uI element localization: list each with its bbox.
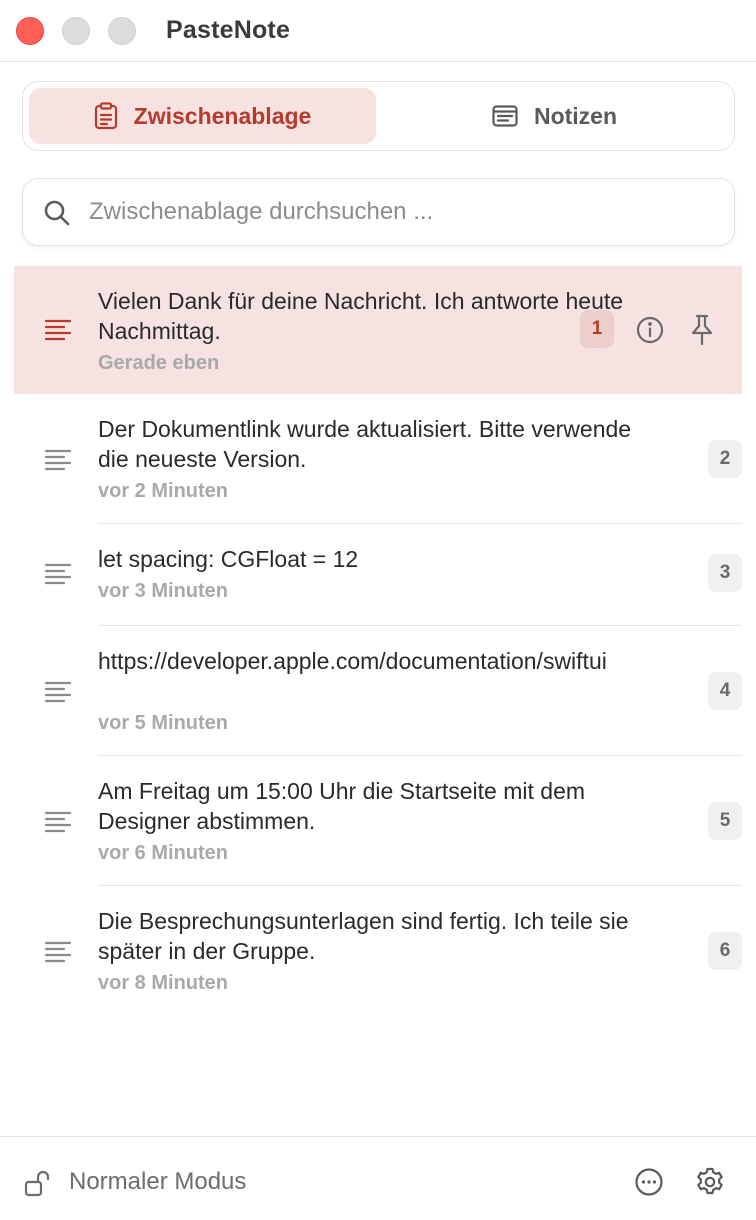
list-item[interactable]: Die Besprechungsunterlagen sind fertig. … (0, 886, 756, 1016)
text-lines-icon (44, 810, 72, 839)
item-time: vor 3 Minuten (98, 580, 229, 602)
text-lines-icon (44, 562, 72, 591)
tab-notes-label: Notizen (533, 102, 618, 129)
app-title: PasteNote (166, 16, 291, 44)
item-time: Gerade eben (98, 352, 220, 374)
more-options-icon[interactable] (634, 1167, 664, 1202)
title-bar: PasteNote (0, 0, 756, 62)
notes-icon (492, 105, 518, 127)
tab-switcher: Zwischenablage Notizen (22, 81, 735, 151)
list-item[interactable]: https://developer.apple.com/documentatio… (0, 626, 756, 756)
item-text: Vielen Dank für deine Nachricht. Ich ant… (98, 288, 624, 344)
clipboard-list: Vielen Dank für deine Nachricht. Ich ant… (0, 266, 756, 1016)
item-time: vor 2 Minuten (98, 480, 229, 502)
item-text: let spacing: CGFloat = 12 (98, 546, 359, 572)
tab-clipboard-label: Zwischenablage (133, 102, 312, 129)
item-index-badge: 4 (708, 672, 742, 710)
search-input[interactable] (89, 189, 709, 235)
text-lines-icon (44, 318, 72, 347)
search-bar (22, 178, 735, 246)
zoom-window-button[interactable] (108, 17, 136, 45)
text-lines-icon (44, 680, 72, 709)
item-time: vor 8 Minuten (98, 972, 229, 994)
close-window-button[interactable] (16, 17, 44, 45)
list-item[interactable]: Vielen Dank für deine Nachricht. Ich ant… (14, 266, 742, 394)
mode-label: Normaler Modus (69, 1168, 247, 1195)
minimize-window-button[interactable] (62, 17, 90, 45)
unlock-icon[interactable] (24, 1169, 52, 1202)
text-lines-icon (44, 448, 72, 477)
gear-icon[interactable] (694, 1166, 726, 1203)
item-text: Die Besprechungsunterlagen sind fertig. … (98, 908, 629, 964)
item-index-badge: 2 (708, 440, 742, 478)
list-item[interactable]: Der Dokumentlink wurde aktualisiert. Bit… (0, 394, 756, 524)
item-text: https://developer.apple.com/documentatio… (98, 648, 607, 674)
item-time: vor 5 Minuten (98, 712, 229, 734)
list-item[interactable]: Am Freitag um 15:00 Uhr die Startseite m… (0, 756, 756, 886)
tab-clipboard[interactable]: Zwischenablage (29, 88, 376, 144)
text-lines-icon (44, 940, 72, 969)
clipboard-icon (94, 102, 118, 130)
item-text: Der Dokumentlink wurde aktualisiert. Bit… (98, 416, 632, 472)
search-icon (43, 199, 71, 232)
item-index-badge: 3 (708, 554, 742, 592)
info-icon[interactable] (636, 316, 664, 349)
item-index-badge: 5 (708, 802, 742, 840)
item-index-badge: 6 (708, 932, 742, 970)
item-text: Am Freitag um 15:00 Uhr die Startseite m… (98, 778, 586, 834)
list-item[interactable]: let spacing: CGFloat = 12 vor 3 Minuten … (0, 524, 756, 626)
item-time: vor 6 Minuten (98, 842, 229, 864)
app-window: PasteNote Zwischenablage Notizen Zwische… (0, 0, 756, 1220)
item-index-badge: 1 (580, 310, 614, 348)
footer-bar: Normaler Modus (0, 1136, 756, 1220)
tab-notes[interactable]: Notizen (380, 88, 729, 144)
pin-icon[interactable] (688, 314, 716, 351)
